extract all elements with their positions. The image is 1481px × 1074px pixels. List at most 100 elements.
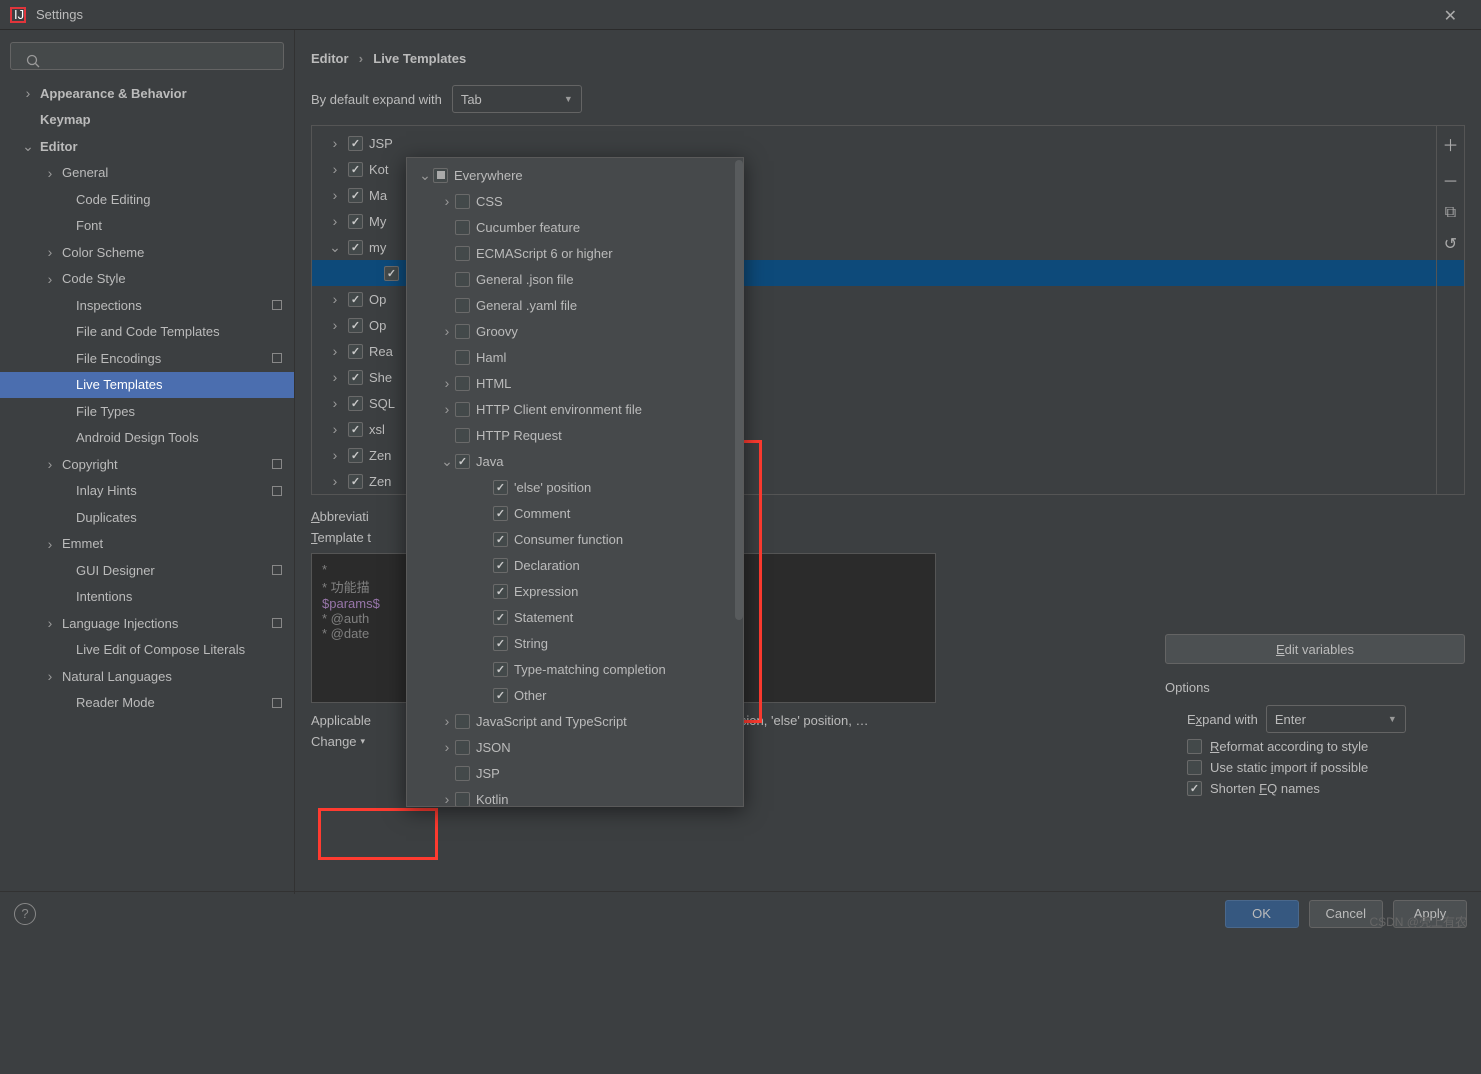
popup-scrollbar[interactable] [735,160,743,620]
popup-item[interactable]: Cucumber feature [407,214,743,240]
template-checkbox[interactable] [384,266,399,281]
sidebar-item[interactable]: ›Copyright [0,451,294,478]
close-icon[interactable]: ✕ [1444,6,1457,26]
popup-checkbox[interactable] [493,610,508,625]
popup-item[interactable]: Haml [407,344,743,370]
sidebar-item[interactable]: Inlay Hints [0,478,294,505]
popup-checkbox[interactable] [455,766,470,781]
sidebar-item[interactable]: Live Templates [0,372,294,399]
shorten-checkbox[interactable] [1187,781,1202,796]
remove-icon[interactable]: － [1442,168,1458,192]
sidebar-item[interactable]: Reader Mode [0,690,294,717]
popup-item[interactable]: ›CSS [407,188,743,214]
sidebar-item[interactable]: Live Edit of Compose Literals [0,637,294,664]
popup-checkbox[interactable] [493,558,508,573]
popup-checkbox[interactable] [455,194,470,209]
popup-item[interactable]: String [407,630,743,656]
popup-checkbox[interactable] [493,688,508,703]
sidebar-item[interactable]: ›Natural Languages [0,663,294,690]
popup-item[interactable]: ›Kotlin [407,786,743,807]
sidebar-item[interactable]: Code Editing [0,186,294,213]
popup-item[interactable]: Type-matching completion [407,656,743,682]
sidebar-item[interactable]: GUI Designer [0,557,294,584]
popup-item[interactable]: JSP [407,760,743,786]
popup-item[interactable]: ›HTTP Client environment file [407,396,743,422]
popup-item[interactable]: Statement [407,604,743,630]
default-expand-select[interactable]: Tab ▼ [452,85,582,113]
popup-checkbox[interactable] [493,506,508,521]
template-checkbox[interactable] [348,136,363,151]
expand-with-select[interactable]: Enter ▼ [1266,705,1406,733]
popup-checkbox[interactable] [455,220,470,235]
reformat-checkbox[interactable] [1187,739,1202,754]
shorten-row[interactable]: Shorten FQ names [1187,781,1465,796]
popup-item[interactable]: ›HTML [407,370,743,396]
reformat-row[interactable]: Reformat according to style [1187,739,1465,754]
popup-checkbox[interactable] [493,584,508,599]
template-checkbox[interactable] [348,292,363,307]
help-icon[interactable]: ? [14,903,36,925]
template-checkbox[interactable] [348,214,363,229]
popup-item[interactable]: ›JavaScript and TypeScript [407,708,743,734]
sidebar-item[interactable]: ›Code Style [0,266,294,293]
popup-item[interactable]: 'else' position [407,474,743,500]
popup-checkbox[interactable] [455,714,470,729]
popup-item[interactable]: Declaration [407,552,743,578]
popup-item[interactable]: Other [407,682,743,708]
popup-item[interactable]: General .yaml file [407,292,743,318]
popup-item[interactable]: ›Groovy [407,318,743,344]
popup-item[interactable]: Consumer function [407,526,743,552]
static-import-checkbox[interactable] [1187,760,1202,775]
popup-item[interactable]: Expression [407,578,743,604]
sidebar-item[interactable]: File Encodings [0,345,294,372]
sidebar-item[interactable]: Font [0,213,294,240]
popup-checkbox[interactable] [493,662,508,677]
sidebar-item[interactable]: ›Color Scheme [0,239,294,266]
revert-icon[interactable]: ↺ [1444,234,1457,254]
sidebar-item[interactable]: ⌄Editor [0,133,294,160]
popup-root[interactable]: ⌄Everywhere [407,162,743,188]
sidebar-item[interactable]: Inspections [0,292,294,319]
popup-checkbox[interactable] [493,480,508,495]
change-link[interactable]: Change▾ [311,734,365,749]
popup-checkbox[interactable] [455,792,470,807]
popup-checkbox[interactable] [433,168,448,183]
add-icon[interactable]: ＋ [1442,132,1458,156]
sidebar-item[interactable]: File Types [0,398,294,425]
popup-checkbox[interactable] [455,376,470,391]
sidebar-item[interactable]: Keymap [0,107,294,134]
template-checkbox[interactable] [348,474,363,489]
popup-item[interactable]: HTTP Request [407,422,743,448]
sidebar-item[interactable]: File and Code Templates [0,319,294,346]
popup-checkbox[interactable] [493,532,508,547]
template-item[interactable]: ›JSP [312,130,1464,156]
sidebar-item[interactable]: ›General [0,160,294,187]
sidebar-item[interactable]: ›Emmet [0,531,294,558]
template-checkbox[interactable] [348,240,363,255]
popup-item[interactable]: ECMAScript 6 or higher [407,240,743,266]
copy-icon[interactable]: ⧉ [1445,204,1456,222]
template-checkbox[interactable] [348,344,363,359]
popup-checkbox[interactable] [455,298,470,313]
sidebar-item[interactable]: Duplicates [0,504,294,531]
template-checkbox[interactable] [348,370,363,385]
edit-variables-button[interactable]: Edit variables [1165,634,1465,664]
popup-checkbox[interactable] [455,246,470,261]
search-input[interactable] [10,42,284,70]
popup-checkbox[interactable] [455,350,470,365]
popup-checkbox[interactable] [455,740,470,755]
template-checkbox[interactable] [348,318,363,333]
static-import-row[interactable]: Use static import if possible [1187,760,1465,775]
sidebar-item[interactable]: ›Appearance & Behavior [0,80,294,107]
sidebar-item[interactable]: Android Design Tools [0,425,294,452]
popup-checkbox[interactable] [455,402,470,417]
sidebar-item[interactable]: Intentions [0,584,294,611]
template-checkbox[interactable] [348,188,363,203]
popup-checkbox[interactable] [455,324,470,339]
ok-button[interactable]: OK [1225,900,1299,928]
popup-checkbox[interactable] [455,272,470,287]
popup-item[interactable]: General .json file [407,266,743,292]
popup-checkbox[interactable] [493,636,508,651]
template-checkbox[interactable] [348,448,363,463]
popup-checkbox[interactable] [455,428,470,443]
